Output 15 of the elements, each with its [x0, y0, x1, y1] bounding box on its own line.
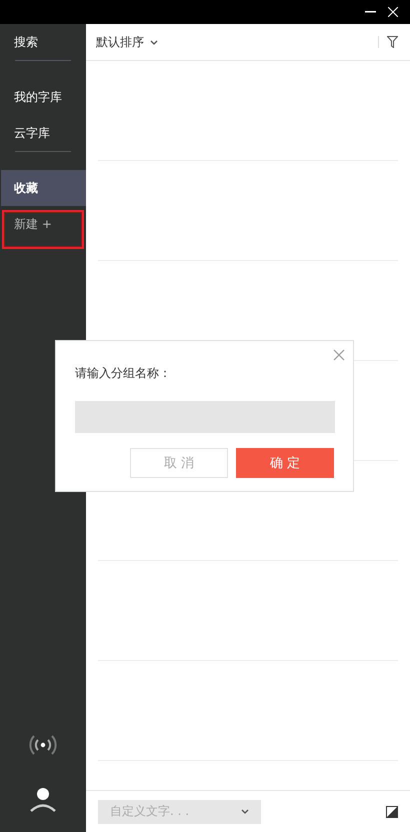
contrast-icon[interactable]	[386, 806, 398, 818]
group-name-field[interactable]	[75, 401, 335, 433]
sidebar-item[interactable]: 云字库	[1, 115, 86, 151]
minimize-icon[interactable]	[365, 11, 376, 13]
filter-icon[interactable]	[387, 36, 398, 48]
sidebar-item[interactable]: 搜索	[1, 24, 86, 60]
dialog-prompt: 请输入分组名称：	[75, 365, 172, 382]
sidebar-item[interactable]: 收藏	[1, 170, 86, 206]
user-icon[interactable]	[30, 786, 56, 812]
sort-dropdown[interactable]: 默认排序	[96, 34, 158, 50]
sidebar-item[interactable]: 我的字库	[1, 79, 86, 115]
broadcast-icon[interactable]	[29, 734, 57, 756]
new-group-button[interactable]: 新建 +	[2, 210, 84, 249]
chevron-down-icon	[241, 809, 249, 814]
chevron-down-icon	[150, 40, 158, 44]
